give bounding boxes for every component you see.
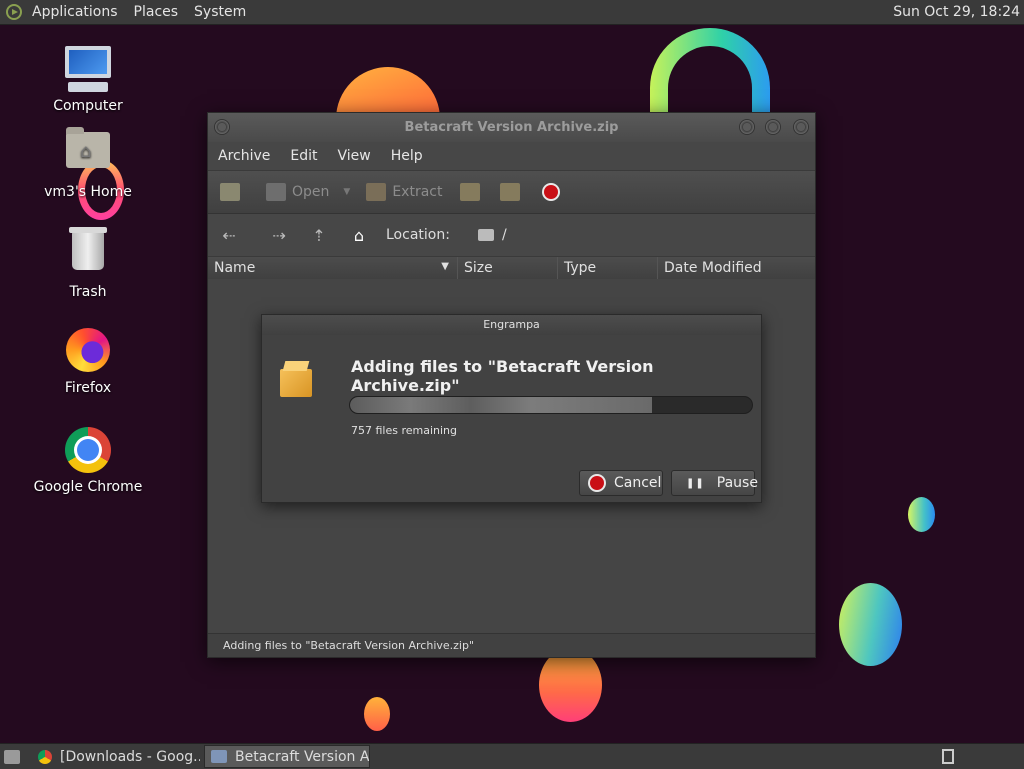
desktop-icon-trash[interactable]: Trash <box>33 226 143 300</box>
add-folder-icon <box>500 183 521 201</box>
top-panel: Applications Places System Sun Oct 29, 1… <box>0 0 1024 25</box>
column-size[interactable]: Size <box>458 257 558 281</box>
close-button[interactable] <box>793 119 809 135</box>
archive-manager-icon <box>211 750 227 763</box>
open-button[interactable]: Open <box>266 183 329 201</box>
menu-view[interactable]: View <box>328 148 381 164</box>
clock[interactable]: Sun Oct 29, 18:24 <box>893 4 1024 20</box>
desktop-icon-firefox[interactable]: Firefox <box>33 326 143 396</box>
column-type[interactable]: Type <box>558 257 658 281</box>
pause-button[interactable]: ❚❚ Pause <box>671 470 758 496</box>
progress-dialog: Engrampa Adding files to "Betacraft Vers… <box>261 314 762 503</box>
menu-archive[interactable]: Archive <box>208 148 280 164</box>
desktop-icon-label: Computer <box>53 98 123 114</box>
cancel-button[interactable]: Cancel <box>579 470 663 496</box>
home-folder-icon: ⌂ <box>64 127 112 180</box>
package-icon <box>280 361 312 397</box>
computer-icon <box>64 46 112 94</box>
task-chrome-downloads[interactable]: [Downloads - Goog... <box>32 745 200 768</box>
files-remaining: 757 files remaining <box>351 424 458 437</box>
column-date-modified[interactable]: Date Modified <box>658 257 815 281</box>
window-titlebar[interactable]: Betacraft Version Archive.zip <box>208 113 815 142</box>
folder-icon <box>477 229 494 241</box>
dialog-title: Engrampa <box>262 315 761 335</box>
task-label: Betacraft Version Ar... <box>235 748 370 765</box>
pause-label: Pause <box>716 475 758 491</box>
task-archive-window[interactable]: Betacraft Version Ar... <box>204 745 370 768</box>
menu-system[interactable]: System <box>190 4 250 20</box>
task-label: [Downloads - Goog... <box>60 748 200 765</box>
desktop-icon-label: Trash <box>69 284 107 300</box>
add-folder-button[interactable] <box>500 183 526 201</box>
location-label: Location: <box>386 227 450 243</box>
wallpaper-blob <box>539 648 602 722</box>
cancel-label: Cancel <box>614 475 662 491</box>
show-desktop-icon[interactable] <box>4 749 20 764</box>
firefox-icon <box>64 328 112 376</box>
window-menu-button[interactable] <box>214 119 230 135</box>
back-arrow-icon[interactable]: ⇠ <box>218 226 240 245</box>
open-icon <box>266 183 286 201</box>
taskbar: [Downloads - Goog... Betacraft Version A… <box>0 743 1024 769</box>
progress-fill <box>350 397 652 413</box>
dialog-heading: Adding files to "Betacraft Version Archi… <box>351 357 654 395</box>
wallpaper-blob <box>908 497 935 532</box>
wallpaper-blob <box>364 697 390 731</box>
wallpaper-blob <box>839 583 902 666</box>
status-bar: Adding files to "Betacraft Version Archi… <box>208 633 815 657</box>
menu-places[interactable]: Places <box>130 4 183 20</box>
up-arrow-icon[interactable]: ⇡ <box>308 226 330 245</box>
desktop-icon-label: Google Chrome <box>33 479 143 495</box>
desktop-icon-computer[interactable]: Computer <box>33 46 143 114</box>
desktop-icon-home[interactable]: ⌂ vm3's Home <box>33 126 143 200</box>
menu-help[interactable]: Help <box>381 148 433 164</box>
window-title: Betacraft Version Archive.zip <box>404 120 619 135</box>
location-bar: ⇠ ⇢ ⇡ ⌂ Location: / <box>208 214 815 256</box>
maximize-button[interactable] <box>765 119 781 135</box>
pause-icon: ❚❚ <box>686 477 705 489</box>
menu-applications[interactable]: Applications <box>28 4 122 20</box>
open-dropdown-icon[interactable]: ▼ <box>343 187 350 197</box>
add-files-button[interactable] <box>460 183 486 201</box>
stop-icon <box>590 476 604 490</box>
menu-edit[interactable]: Edit <box>280 148 327 164</box>
add-files-icon <box>460 183 481 201</box>
toolbar: Open ▼ Extract <box>208 170 815 214</box>
home-icon[interactable]: ⌂ <box>348 226 370 245</box>
minimize-button[interactable] <box>739 119 755 135</box>
column-name-label: Name <box>214 260 256 276</box>
mate-logo-icon[interactable] <box>6 4 22 20</box>
desktop-icon-label: vm3's Home <box>44 184 132 200</box>
trash-icon <box>64 227 112 280</box>
forward-arrow-icon[interactable]: ⇢ <box>268 226 290 245</box>
open-label: Open <box>292 184 330 200</box>
extract-label: Extract <box>392 184 443 200</box>
extract-icon <box>366 183 387 201</box>
new-archive-icon <box>220 183 240 201</box>
chrome-icon <box>64 427 112 475</box>
progress-bar <box>349 396 753 414</box>
desktop-icon-label: Firefox <box>64 380 112 396</box>
menubar: Archive Edit View Help <box>208 142 815 170</box>
location-value[interactable]: / <box>502 227 507 243</box>
sort-arrow-icon: ▼ <box>441 261 449 272</box>
desktop-icon-chrome[interactable]: Google Chrome <box>33 426 143 495</box>
column-name[interactable]: Name ▼ <box>208 257 458 281</box>
new-archive-button[interactable] <box>220 183 246 201</box>
chrome-icon <box>38 749 52 764</box>
stop-icon <box>544 185 559 199</box>
extract-button[interactable]: Extract <box>366 183 442 201</box>
workspace-switcher-icon[interactable] <box>942 749 954 764</box>
stop-button[interactable] <box>544 185 559 199</box>
